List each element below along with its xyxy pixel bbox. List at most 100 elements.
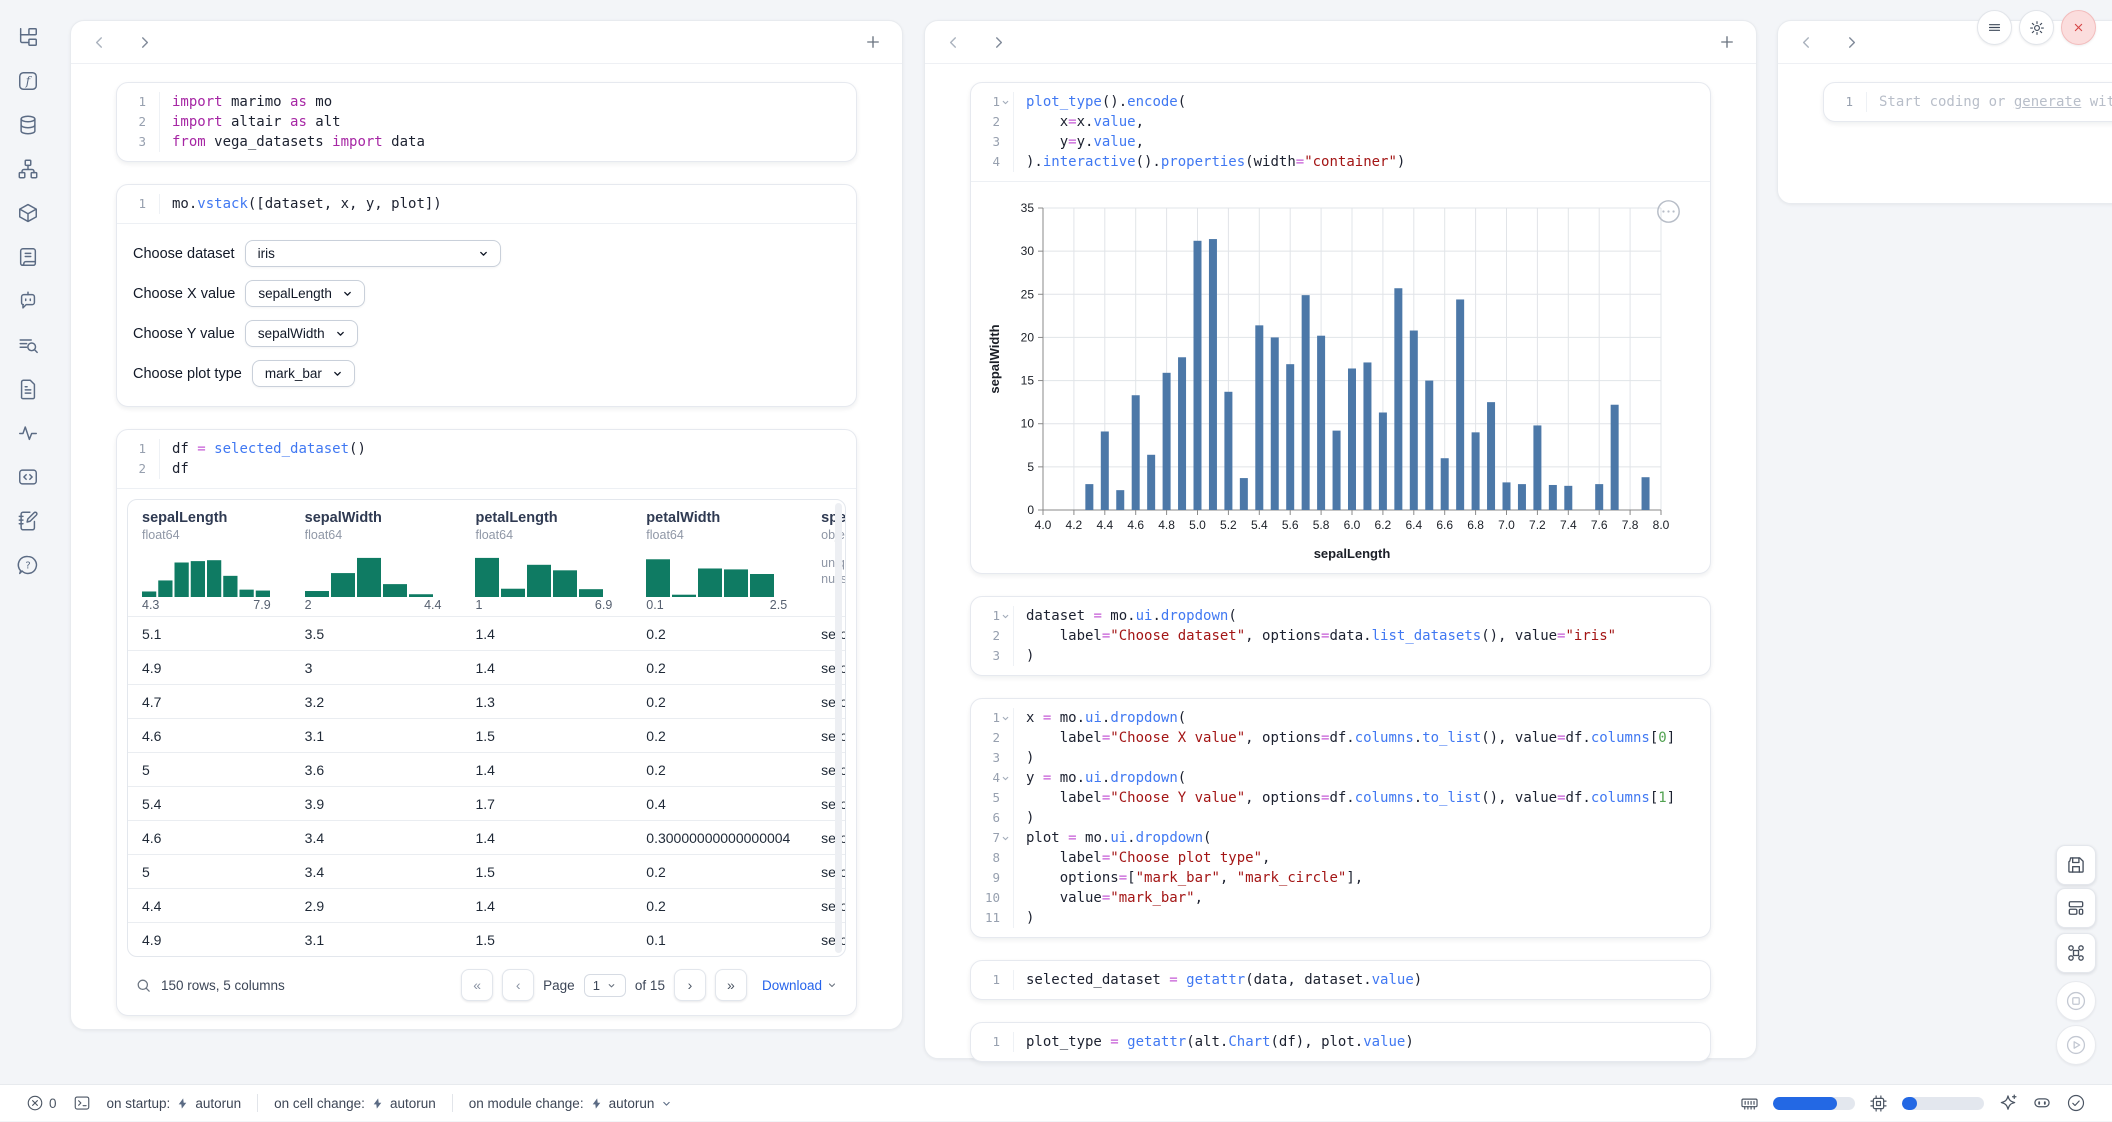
code-editor[interactable]: 1plot_type = getattr(alt.Chart(df), plot… bbox=[971, 1023, 1710, 1061]
on-startup-setting[interactable]: on startup: autorun bbox=[107, 1096, 242, 1111]
column-header-petalWidth[interactable]: petalWidthfloat640.12.5 bbox=[632, 500, 807, 616]
ai-sparkles-icon[interactable] bbox=[1998, 1093, 2018, 1113]
bar-5.1[interactable] bbox=[1209, 239, 1217, 510]
first-page-button[interactable]: « bbox=[461, 969, 493, 1001]
sidebar-logs-button[interactable] bbox=[11, 330, 45, 360]
bar-7.2[interactable] bbox=[1533, 425, 1541, 510]
column-header-sepalLength[interactable]: sepalLengthfloat644.37.9 bbox=[128, 500, 291, 616]
sidebar-snippets-button[interactable] bbox=[11, 462, 45, 492]
terminal-button[interactable] bbox=[73, 1094, 91, 1112]
sidebar-package-button[interactable] bbox=[11, 198, 45, 228]
table-row[interactable]: 5.43.91.70.4setosa bbox=[128, 786, 846, 820]
sidebar-scratchpad-button[interactable] bbox=[11, 506, 45, 536]
layout-button[interactable] bbox=[2056, 888, 2096, 928]
bar-6.6[interactable] bbox=[1441, 458, 1449, 510]
chart-actions-button[interactable] bbox=[1655, 198, 1682, 225]
bar-5.2[interactable] bbox=[1224, 392, 1232, 510]
sidebar-help-button[interactable]: ? bbox=[11, 550, 45, 580]
bar-6.8[interactable] bbox=[1472, 432, 1480, 510]
bar-6.9[interactable] bbox=[1487, 402, 1495, 510]
bar-5.7[interactable] bbox=[1302, 295, 1310, 510]
bar-5.5[interactable] bbox=[1271, 337, 1279, 510]
fold-toggle-icon[interactable] bbox=[1001, 714, 1010, 723]
bar-4.4[interactable] bbox=[1101, 431, 1109, 510]
table-row[interactable]: 4.42.91.40.2setosa bbox=[128, 888, 846, 922]
altair-bar-chart[interactable]: 4.04.24.44.64.85.05.25.45.65.86.06.26.46… bbox=[985, 194, 1685, 566]
table-row[interactable]: 4.73.21.30.2setosa bbox=[128, 684, 846, 718]
bar-6.4[interactable] bbox=[1410, 331, 1418, 510]
column-header-sepalWidth[interactable]: sepalWidthfloat6424.4 bbox=[291, 500, 462, 616]
bar-5.4[interactable] bbox=[1255, 325, 1263, 510]
fold-toggle-icon[interactable] bbox=[1001, 834, 1010, 843]
prev-page-button[interactable]: ‹ bbox=[502, 969, 534, 1001]
fold-toggle-icon[interactable] bbox=[1001, 612, 1010, 621]
bar-5.9[interactable] bbox=[1333, 431, 1341, 510]
table-row[interactable]: 5.13.51.40.2setosa bbox=[128, 616, 846, 650]
choose-dataset-select[interactable]: iris bbox=[245, 240, 501, 267]
keyboard-shortcuts-button[interactable] bbox=[2056, 933, 2096, 973]
bar-6.2[interactable] bbox=[1379, 412, 1387, 510]
chevron-right-icon[interactable] bbox=[1843, 34, 1860, 51]
code-editor[interactable]: 1mo.vstack([dataset, x, y, plot]) bbox=[117, 185, 856, 223]
bar-7.7[interactable] bbox=[1611, 405, 1619, 510]
on-cell-change-setting[interactable]: on cell change: autorun bbox=[274, 1096, 436, 1111]
bar-7.4[interactable] bbox=[1564, 486, 1572, 510]
sidebar-activity-button[interactable] bbox=[11, 418, 45, 448]
bar-6.7[interactable] bbox=[1456, 299, 1464, 510]
bar-7.1[interactable] bbox=[1518, 484, 1526, 510]
chevron-left-icon[interactable] bbox=[1798, 34, 1815, 51]
table-row[interactable]: 4.931.40.2setosa bbox=[128, 650, 846, 684]
bar-6.1[interactable] bbox=[1363, 362, 1371, 510]
bar-4.9[interactable] bbox=[1178, 357, 1186, 510]
table-row[interactable]: 53.61.40.2setosa bbox=[128, 752, 846, 786]
chevron-left-icon[interactable] bbox=[945, 34, 962, 51]
table-row[interactable]: 53.41.50.2setosa bbox=[128, 854, 846, 888]
add-cell-button[interactable] bbox=[1718, 33, 1736, 51]
chevron-right-icon[interactable] bbox=[990, 34, 1007, 51]
code-editor[interactable]: 12df = selected_dataset()df bbox=[117, 430, 856, 488]
code-editor[interactable]: 1234567891011x = mo.ui.dropdown( label="… bbox=[971, 699, 1710, 937]
bar-5.6[interactable] bbox=[1286, 364, 1294, 510]
bar-4.6[interactable] bbox=[1132, 395, 1140, 510]
settings-button[interactable] bbox=[2019, 10, 2054, 45]
code-editor[interactable]: 123import marimo as moimport altair as a… bbox=[117, 83, 856, 161]
bar-5.8[interactable] bbox=[1317, 336, 1325, 510]
table-row[interactable]: 4.63.41.40.30000000000000004setosa bbox=[128, 820, 846, 854]
bar-7.3[interactable] bbox=[1549, 485, 1557, 510]
sidebar-database-button[interactable] bbox=[11, 110, 45, 140]
bar-5[interactable] bbox=[1194, 241, 1202, 510]
error-count-badge[interactable]: 0 bbox=[26, 1094, 57, 1112]
column-header-petalLength[interactable]: petalLengthfloat6416.9 bbox=[461, 500, 632, 616]
page-select[interactable]: 1 bbox=[584, 974, 626, 997]
table-row[interactable]: 4.93.11.50.1setosa bbox=[128, 922, 846, 956]
bar-4.8[interactable] bbox=[1163, 373, 1171, 510]
bar-7.6[interactable] bbox=[1595, 484, 1603, 510]
copilot-icon[interactable] bbox=[2032, 1093, 2052, 1113]
bar-6.5[interactable] bbox=[1425, 381, 1433, 510]
code-editor[interactable]: 1selected_dataset = getattr(data, datase… bbox=[971, 961, 1710, 999]
choose-plot-type-select[interactable]: mark_bar bbox=[252, 360, 355, 387]
download-button[interactable]: Download bbox=[762, 978, 838, 993]
add-cell-button[interactable] bbox=[864, 33, 882, 51]
stop-button[interactable] bbox=[2056, 981, 2096, 1021]
table-row[interactable]: 4.63.11.50.2setosa bbox=[128, 718, 846, 752]
bar-6.3[interactable] bbox=[1394, 288, 1402, 510]
run-button[interactable] bbox=[2056, 1025, 2096, 1065]
last-page-button[interactable]: » bbox=[715, 969, 747, 1001]
bar-4.3[interactable] bbox=[1085, 484, 1093, 510]
sidebar-file-tree-button[interactable] bbox=[11, 22, 45, 52]
bar-5.3[interactable] bbox=[1240, 478, 1248, 510]
menu-button[interactable] bbox=[1977, 10, 2012, 45]
code-editor[interactable]: 1234plot_type().encode( x=x.value, y=y.v… bbox=[971, 83, 1710, 181]
search-icon[interactable] bbox=[135, 977, 152, 994]
on-module-change-setting[interactable]: on module change: autorun bbox=[469, 1096, 674, 1111]
sidebar-functions-button[interactable]: f bbox=[11, 66, 45, 96]
choose-x-value-select[interactable]: sepalLength bbox=[245, 280, 365, 307]
bar-6[interactable] bbox=[1348, 368, 1356, 510]
bar-4.5[interactable] bbox=[1116, 490, 1124, 510]
save-button[interactable] bbox=[2056, 845, 2096, 885]
fold-toggle-icon[interactable] bbox=[1001, 98, 1010, 107]
sidebar-chat-button[interactable] bbox=[11, 286, 45, 316]
choose-y-value-select[interactable]: sepalWidth bbox=[245, 320, 358, 347]
table-scrollbar[interactable] bbox=[835, 503, 842, 953]
